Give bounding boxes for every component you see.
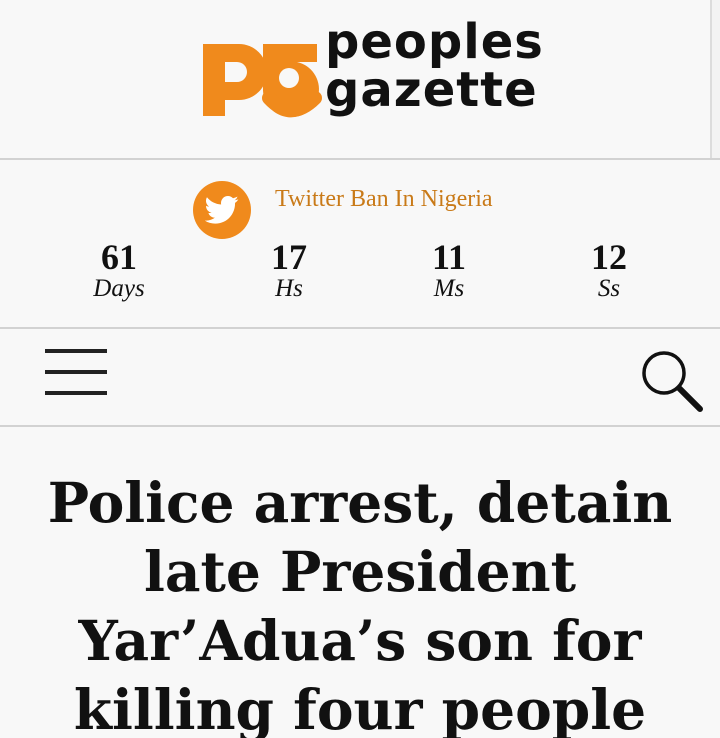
site-logo[interactable]: peoples gazette <box>193 12 543 120</box>
logo-word-gazette: gazette <box>325 62 538 118</box>
countdown-hours: 17 Hs <box>229 238 349 302</box>
countdown-hours-value: 17 <box>271 237 307 277</box>
countdown-seconds-value: 12 <box>591 237 627 277</box>
headline-line: killing four people <box>73 677 647 738</box>
countdown-days: 61 Days <box>59 238 179 302</box>
countdown-minutes-unit: Ms <box>433 275 465 302</box>
headline-line: Yar’Adua’s son for <box>78 608 642 673</box>
countdown-widget: Twitter Ban In Nigeria 61 Days 17 Hs 11 … <box>0 160 720 329</box>
logo-word-peoples: peoples <box>325 14 544 70</box>
countdown-seconds: 12 Ss <box>549 238 669 302</box>
countdown-days-value: 61 <box>101 237 137 277</box>
countdown-minutes: 11 Ms <box>389 238 509 302</box>
countdown-hours-unit: Hs <box>275 275 303 302</box>
headline-line: Police arrest, detain <box>47 470 673 535</box>
twitter-icon[interactable] <box>193 181 251 239</box>
pg-logo-icon <box>203 44 322 118</box>
headline-line: late President <box>143 539 577 604</box>
article-headline[interactable]: Police arrest, detain late President Yar… <box>40 468 680 738</box>
countdown-seconds-unit: Ss <box>597 275 621 302</box>
countdown-title-link[interactable]: Twitter Ban In Nigeria <box>275 186 493 213</box>
navbar <box>0 329 720 427</box>
search-icon[interactable] <box>636 345 708 417</box>
hamburger-menu-icon[interactable] <box>45 349 107 397</box>
countdown-days-unit: Days <box>93 275 145 302</box>
countdown-minutes-value: 11 <box>431 237 466 277</box>
site-header: peoples gazette <box>0 0 720 160</box>
twitter-bird-icon <box>205 195 239 224</box>
